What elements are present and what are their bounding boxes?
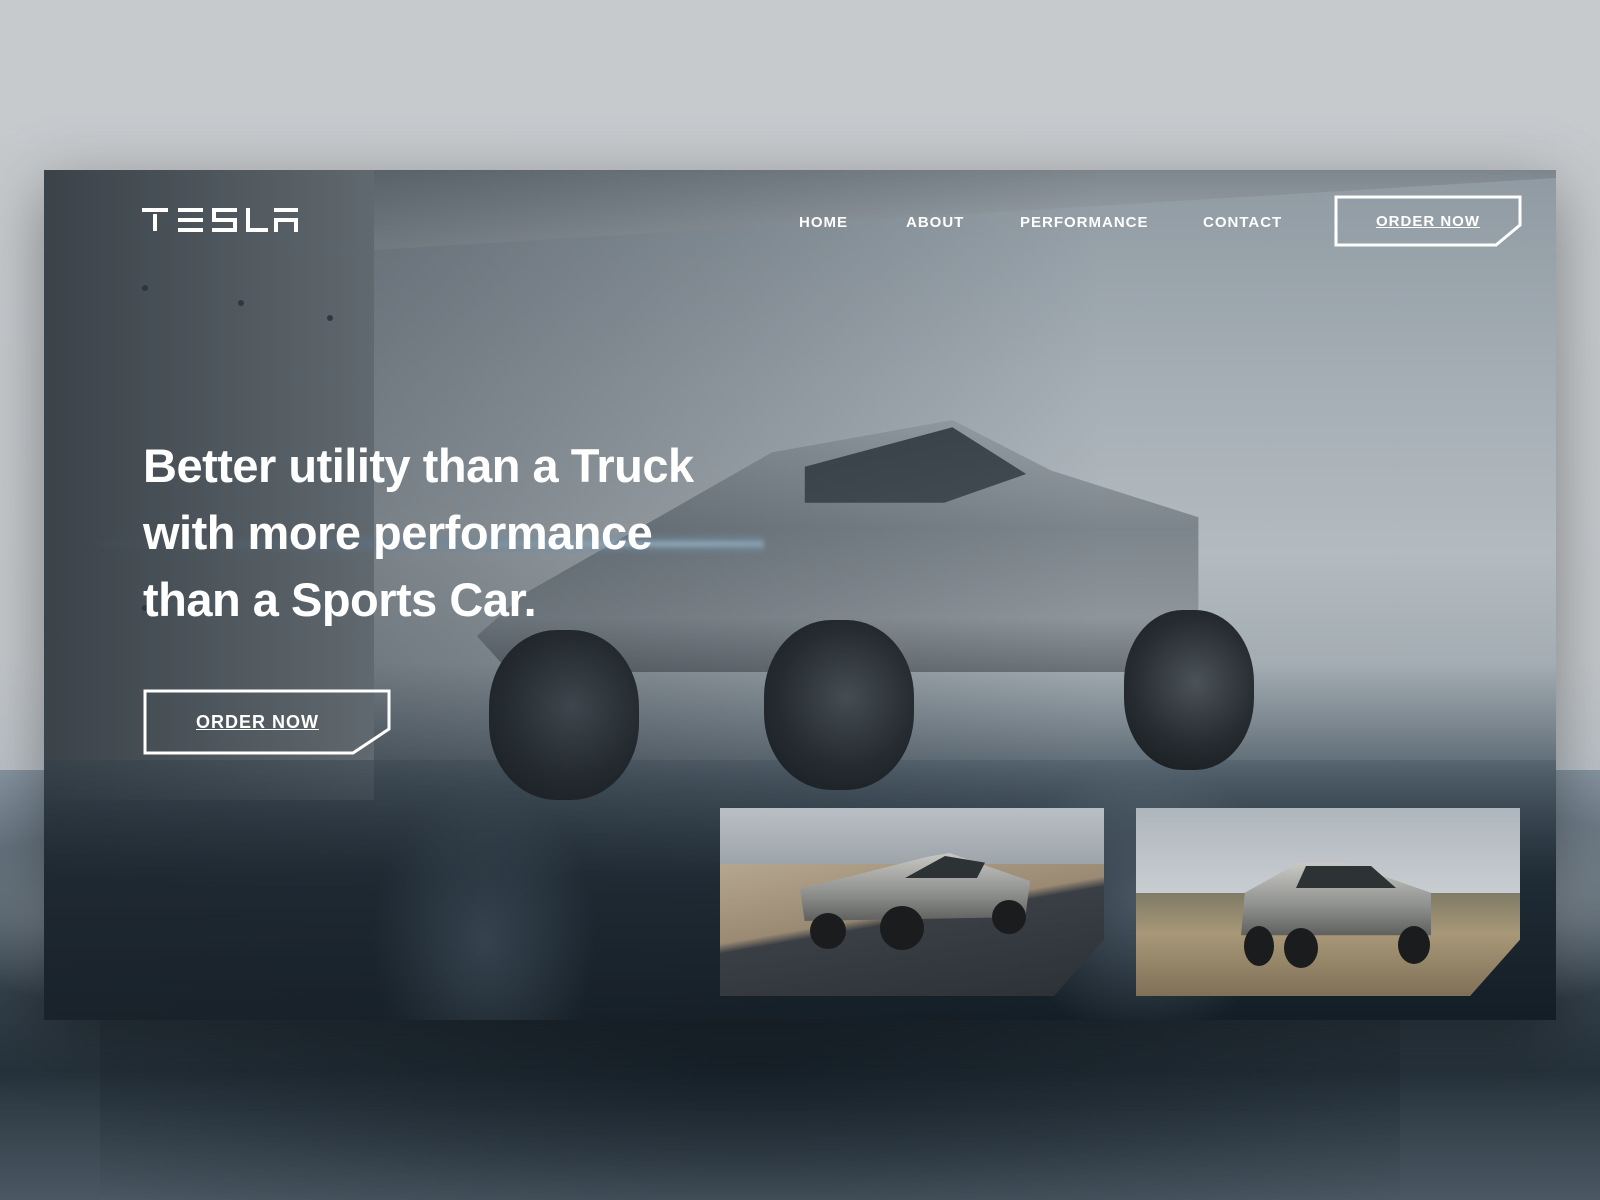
nav-performance-link[interactable]: PERFORMANCE [1020, 214, 1149, 231]
tesla-logo-icon [142, 208, 298, 232]
headline-line-3: than a Sports Car. [143, 573, 537, 626]
gallery-thumbnail-2[interactable] [1136, 808, 1520, 996]
nav-home-link[interactable]: HOME [799, 214, 848, 231]
nav-contact-link[interactable]: CONTACT [1203, 214, 1282, 231]
headline-line-2: with more performance [143, 506, 653, 559]
gallery-thumbnail-1[interactable] [720, 808, 1104, 996]
hero-order-now-label: ORDER NOW [196, 711, 319, 732]
hero-order-now-button[interactable]: ORDER NOW [143, 689, 391, 755]
hero-section: HOME ABOUT PERFORMANCE CONTACT ORDER NOW… [44, 170, 1556, 1020]
headline-line-1: Better utility than a Truck [143, 439, 694, 492]
tesla-logo[interactable] [142, 206, 302, 234]
nav-about-link[interactable]: ABOUT [906, 214, 964, 231]
header-order-now-button[interactable]: ORDER NOW [1334, 195, 1522, 247]
header-order-now-label: ORDER NOW [1376, 212, 1480, 230]
hero-headline: Better utility than a Truck with more pe… [143, 432, 763, 633]
